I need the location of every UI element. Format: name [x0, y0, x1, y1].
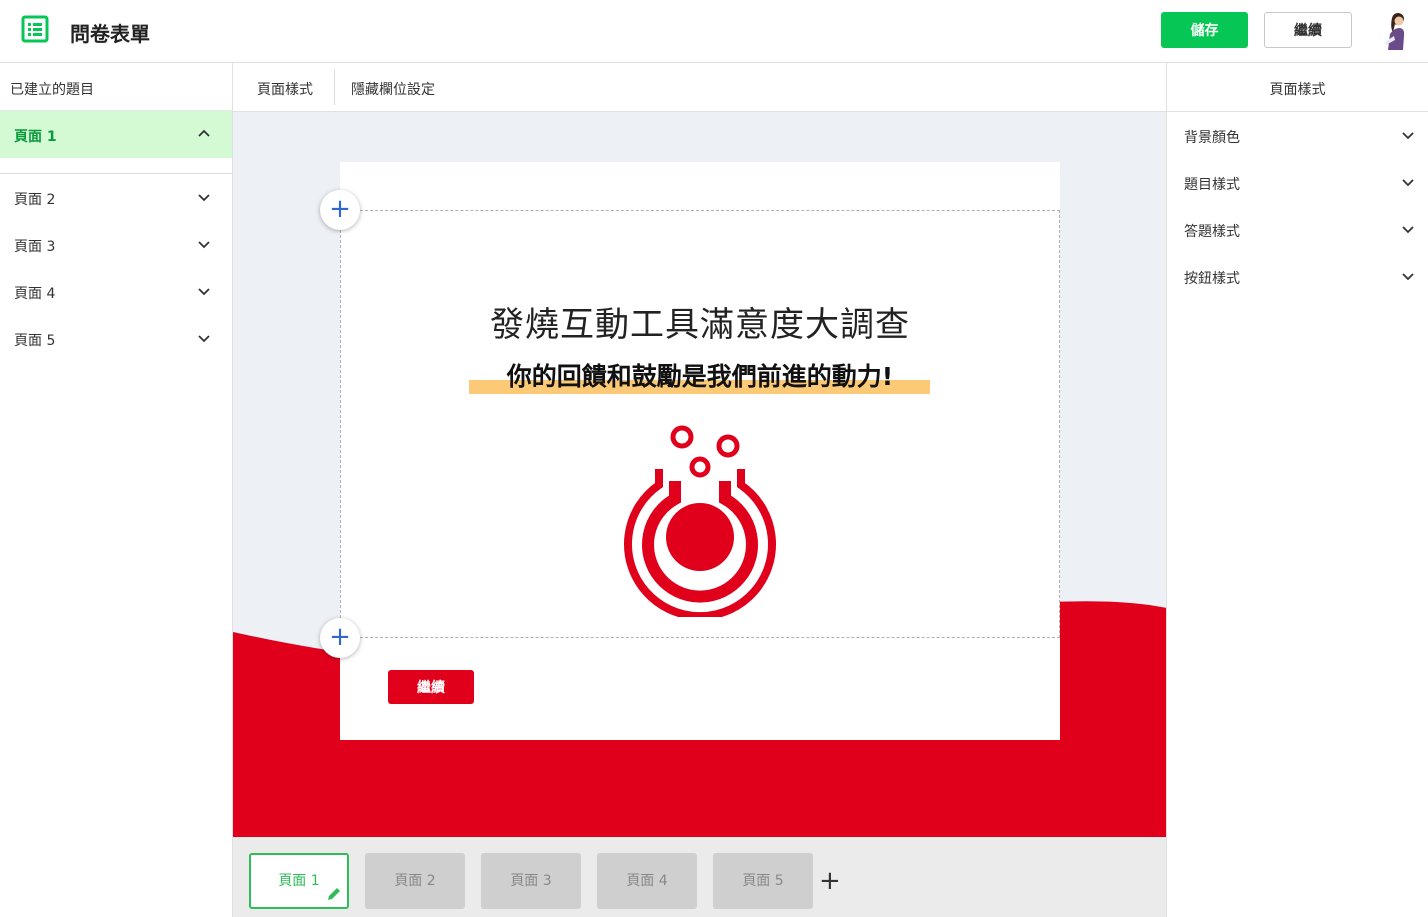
- sidebar-item-label: 頁面 1: [14, 129, 57, 145]
- sidebar-item-label: 頁面 2: [14, 192, 56, 208]
- style-item-label: 答題樣式: [1184, 224, 1240, 240]
- sidebar-item-label: 頁面 4: [14, 286, 56, 302]
- chevron-down-icon[interactable]: [1402, 129, 1414, 141]
- sidebar-item-page-1[interactable]: 頁面 1: [0, 111, 232, 158]
- survey-subtitle[interactable]: 你的回饋和鼓勵是我們前進的動力!: [497, 357, 903, 393]
- tab-hidden-fields[interactable]: 隱藏欄位設定: [351, 79, 435, 99]
- sidebar-item-page-4[interactable]: 頁面 4: [0, 268, 232, 315]
- continue-button[interactable]: 繼續: [1264, 12, 1352, 48]
- page-tab-label: 頁面 2: [394, 873, 436, 889]
- survey-title[interactable]: 發燒互動工具滿意度大調查: [340, 297, 1060, 346]
- plus-icon: +: [329, 194, 351, 224]
- add-page-button[interactable]: +: [819, 865, 841, 897]
- chevron-down-icon[interactable]: [1402, 223, 1414, 235]
- style-item-button-style[interactable]: 按鈕樣式: [1167, 253, 1428, 300]
- sidebar-divider: [0, 158, 232, 174]
- page-tab-label: 頁面 4: [626, 873, 668, 889]
- style-item-question-style[interactable]: 題目樣式: [1167, 159, 1428, 206]
- sidebar-item-page-2[interactable]: 頁面 2: [0, 174, 232, 221]
- chevron-up-icon[interactable]: [198, 128, 210, 140]
- page-tab-label: 頁面 3: [510, 873, 552, 889]
- sidebar-item-page-5[interactable]: 頁面 5: [0, 315, 232, 362]
- chevron-down-icon[interactable]: [1402, 270, 1414, 282]
- page-tab-3[interactable]: 頁面 3: [481, 853, 581, 909]
- sidebar-item-label: 頁面 5: [14, 333, 56, 349]
- editor-tabs: 頁面樣式 隱藏欄位設定: [233, 63, 1167, 112]
- chevron-down-icon[interactable]: [1402, 176, 1414, 188]
- add-section-bottom-button[interactable]: +: [320, 618, 360, 658]
- save-button[interactable]: 儲存: [1161, 12, 1248, 48]
- sidebar-item-label: 頁面 3: [14, 239, 56, 255]
- app-title: 問卷表單: [70, 22, 150, 46]
- chevron-down-icon[interactable]: [198, 332, 210, 344]
- top-bar: 問卷表單 儲存 繼續: [0, 0, 1428, 63]
- survey-card: 發燒互動工具滿意度大調查 你的回饋和鼓勵是我們前進的動力! 繼續: [340, 162, 1060, 740]
- plus-icon: +: [819, 866, 841, 896]
- pencil-icon: [328, 888, 340, 900]
- tab-page-style[interactable]: 頁面樣式: [257, 79, 313, 99]
- style-panel-title: 頁面樣式: [1167, 63, 1428, 112]
- chevron-down-icon[interactable]: [198, 238, 210, 250]
- style-item-answer-style[interactable]: 答題樣式: [1167, 206, 1428, 253]
- sidebar-title: 已建立的題目: [0, 63, 232, 111]
- page-tab-label: 頁面 5: [742, 873, 784, 889]
- card-continue-button[interactable]: 繼續: [388, 670, 474, 704]
- plus-icon: +: [329, 622, 351, 652]
- style-item-background-color[interactable]: 背景顏色: [1167, 112, 1428, 159]
- style-item-label: 題目樣式: [1184, 177, 1240, 193]
- page-bar: 頁面 1 頁面 2 頁面 3 頁面 4 頁面 5 +: [233, 837, 1167, 917]
- avatar[interactable]: [1376, 10, 1414, 50]
- style-panel: 頁面樣式 背景顏色 題目樣式 答題樣式 按鈕樣式: [1166, 63, 1428, 917]
- add-section-top-button[interactable]: +: [320, 190, 360, 230]
- style-item-label: 背景顏色: [1184, 130, 1240, 146]
- sidebar-item-page-3[interactable]: 頁面 3: [0, 221, 232, 268]
- page-tab-4[interactable]: 頁面 4: [597, 853, 697, 909]
- form-list-icon: [21, 15, 49, 43]
- brand-logo: [624, 425, 776, 617]
- page-tab-1[interactable]: 頁面 1: [249, 853, 349, 909]
- chevron-down-icon[interactable]: [198, 285, 210, 297]
- page-tab-label: 頁面 1: [278, 873, 320, 889]
- chevron-down-icon[interactable]: [198, 191, 210, 203]
- preview-canvas: 發燒互動工具滿意度大調查 你的回饋和鼓勵是我們前進的動力! 繼續 + +: [233, 112, 1167, 837]
- style-item-label: 按鈕樣式: [1184, 271, 1240, 287]
- questions-sidebar: 已建立的題目 頁面 1 頁面 2 頁面 3 頁面 4 頁面 5: [0, 63, 233, 917]
- tab-divider: [334, 69, 335, 105]
- page-tab-5[interactable]: 頁面 5: [713, 853, 813, 909]
- page-tab-2[interactable]: 頁面 2: [365, 853, 465, 909]
